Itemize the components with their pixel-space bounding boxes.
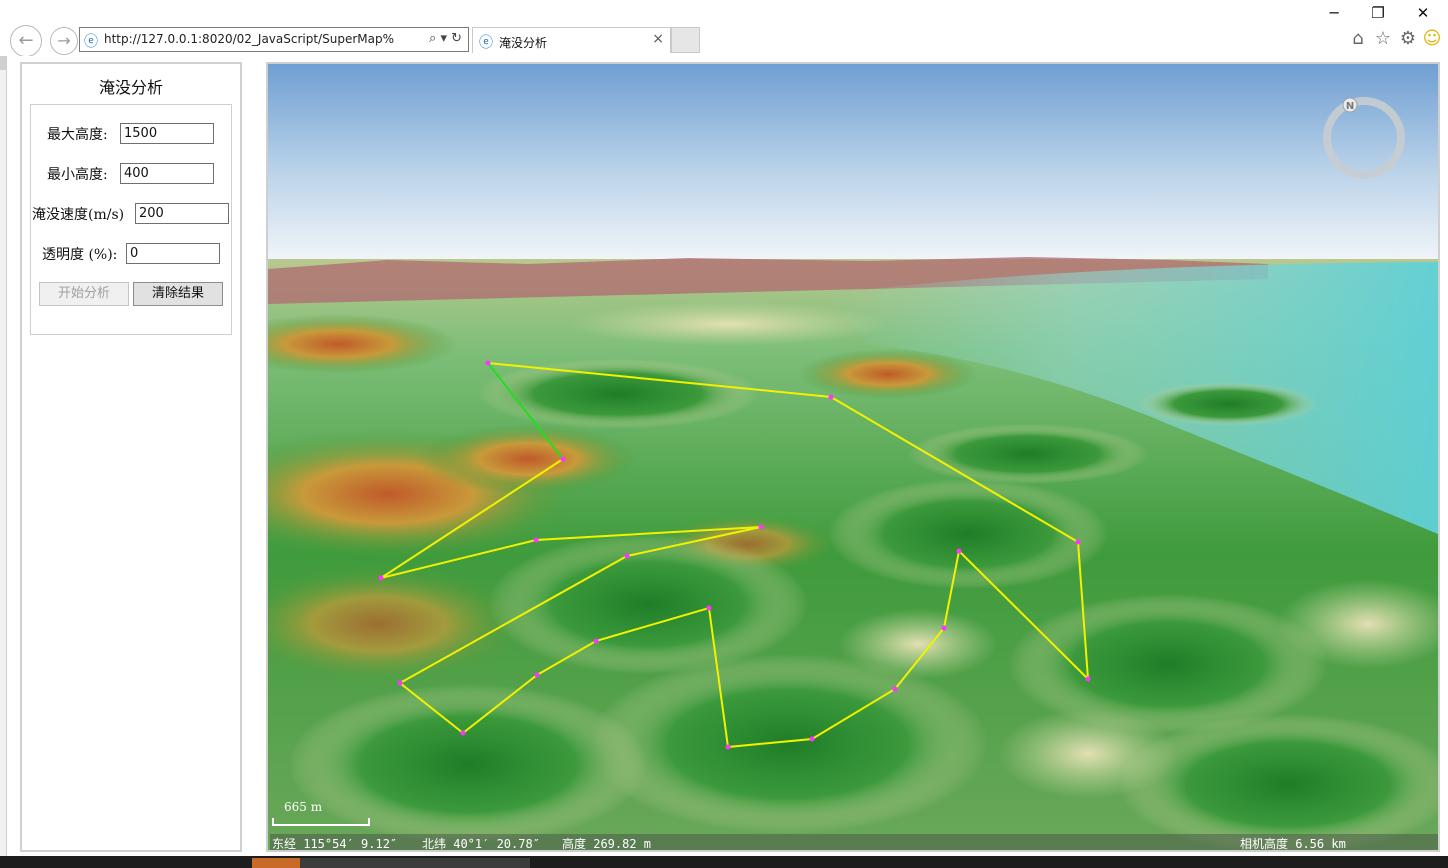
opacity-input[interactable] bbox=[126, 243, 220, 264]
scale-bar bbox=[272, 818, 370, 826]
favorites-star-icon[interactable]: ☆ bbox=[1372, 28, 1394, 49]
close-tab-icon[interactable]: × bbox=[652, 31, 664, 47]
latitude-readout: 北纬 40°1′ 20.78″ bbox=[422, 837, 540, 851]
minimize-icon[interactable]: ─ bbox=[1324, 4, 1344, 22]
compass-north-label: N bbox=[1346, 101, 1354, 112]
flood-speed-label: 淹没速度(m/s) bbox=[32, 207, 125, 223]
address-bar[interactable]: ⓔ http://127.0.0.1:8020/02_JavaScript/Su… bbox=[79, 27, 469, 52]
close-window-icon[interactable]: ✕ bbox=[1413, 4, 1433, 22]
scale-label: 665 m bbox=[284, 800, 323, 814]
valley-floor bbox=[838, 609, 998, 679]
terrain-scene[interactable] bbox=[268, 64, 1438, 850]
green-hill bbox=[488, 534, 808, 674]
coordinate-status-bar: 东经 115°54′ 9.12″ 北纬 40°1′ 20.78″ 高度 269.… bbox=[270, 834, 1438, 851]
back-icon[interactable]: ← bbox=[10, 25, 42, 57]
clear-results-button[interactable]: 清除结果 bbox=[133, 282, 223, 306]
flood-analysis-panel: 淹没分析 最大高度: 最小高度: 淹没速度(m/s) 透明度 (%): 开始分析… bbox=[20, 62, 242, 852]
start-analysis-button[interactable]: 开始分析 bbox=[39, 282, 129, 306]
mountain-ridge bbox=[798, 349, 978, 399]
tab-title: 淹没分析 bbox=[499, 36, 548, 50]
valley-floor bbox=[998, 709, 1178, 799]
compass-icon[interactable]: N bbox=[1322, 96, 1406, 180]
ie-logo-icon: ⓔ bbox=[479, 35, 493, 51]
tab-flood-analysis[interactable]: ⓔ 淹没分析 × bbox=[472, 27, 671, 53]
home-icon[interactable]: ⌂ bbox=[1347, 28, 1369, 49]
address-url[interactable]: http://127.0.0.1:8020/02_JavaScript/Supe… bbox=[104, 32, 394, 46]
green-hill bbox=[478, 359, 758, 429]
gear-icon[interactable]: ⚙ bbox=[1397, 28, 1419, 49]
taskbar-app[interactable] bbox=[300, 858, 530, 868]
green-hill bbox=[588, 654, 988, 834]
panel-title: 淹没分析 bbox=[98, 78, 163, 97]
taskbar bbox=[0, 856, 1448, 868]
green-hill bbox=[908, 424, 1148, 484]
camera-height-readout: 相机高度 6.56 km bbox=[1240, 837, 1346, 851]
green-hill bbox=[1138, 382, 1318, 426]
search-refresh-icon[interactable]: ⌕ ▾ ↻ bbox=[429, 31, 462, 46]
flood-speed-input[interactable] bbox=[135, 203, 229, 224]
taskbar-app[interactable] bbox=[252, 858, 300, 868]
left-window-edge bbox=[0, 56, 7, 868]
forward-icon[interactable]: → bbox=[50, 27, 78, 55]
longitude-readout: 东经 115°54′ 9.12″ bbox=[272, 837, 398, 851]
valley-floor bbox=[568, 302, 888, 346]
ie-logo-icon: ⓔ bbox=[84, 34, 98, 50]
smiley-feedback-icon[interactable]: ☺ bbox=[1421, 28, 1443, 49]
analysis-form: 最大高度: 最小高度: 淹没速度(m/s) 透明度 (%): 开始分析 清除结果 bbox=[30, 104, 232, 335]
restore-icon[interactable]: ❐ bbox=[1368, 4, 1388, 22]
height-readout: 高度 269.82 m bbox=[562, 837, 652, 851]
opacity-label: 透明度 (%): bbox=[42, 247, 118, 263]
max-height-input[interactable] bbox=[120, 123, 214, 144]
min-height-label: 最小高度: bbox=[47, 167, 108, 183]
browser-chrome: ← → ⓔ http://127.0.0.1:8020/02_JavaScrip… bbox=[0, 0, 1448, 57]
max-height-label: 最大高度: bbox=[47, 127, 108, 143]
terrain-3d-viewer[interactable]: N 665 m 东经 115°54′ 9.12″ 北纬 40°1′ 20.78″… bbox=[266, 62, 1440, 852]
edge-tick bbox=[0, 56, 6, 70]
mountain-ridge bbox=[418, 424, 638, 494]
sky bbox=[268, 64, 1438, 264]
min-height-input[interactable] bbox=[120, 163, 214, 184]
new-tab-button[interactable] bbox=[671, 27, 700, 53]
